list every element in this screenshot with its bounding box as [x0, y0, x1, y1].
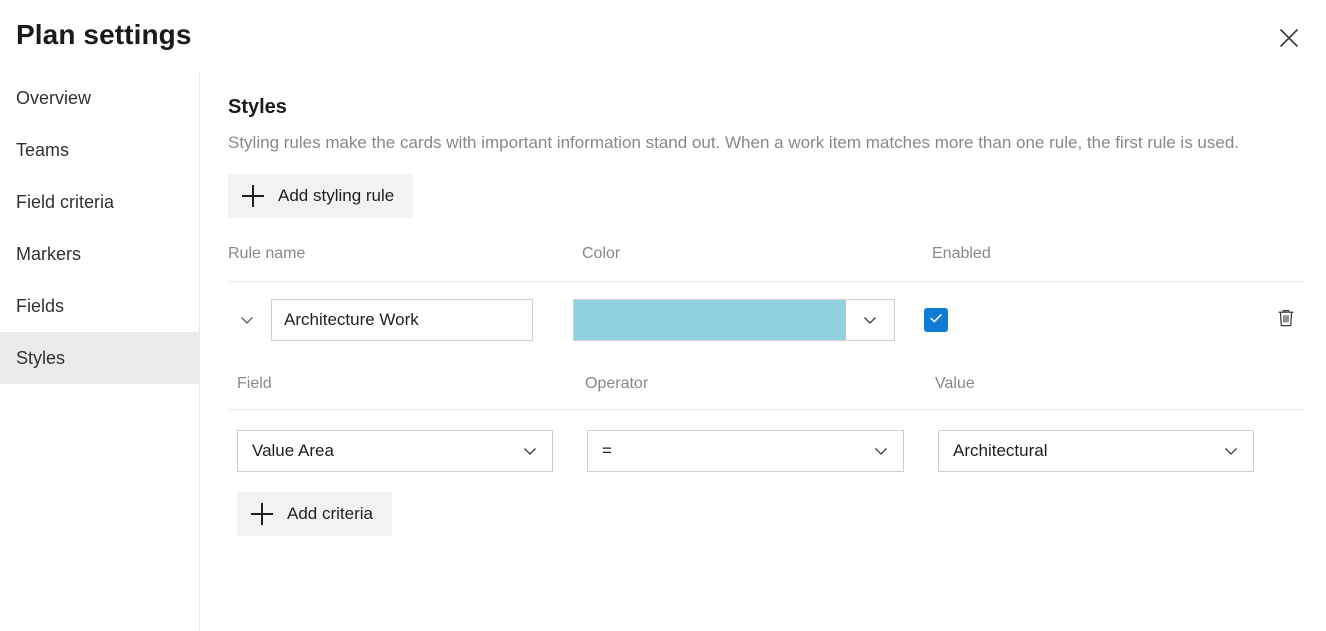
column-header-color: Color	[582, 245, 932, 263]
rule-column-headers: Rule name Color Enabled	[228, 240, 1304, 268]
add-criteria-button[interactable]: Add criteria	[237, 492, 392, 536]
rule-enabled-checkbox[interactable]	[924, 308, 948, 332]
sidebar-item-overview[interactable]: Overview	[0, 72, 199, 124]
column-header-rule-name: Rule name	[228, 245, 582, 263]
add-styling-rule-button[interactable]: Add styling rule	[228, 174, 413, 218]
settings-sidebar: Overview Teams Field criteria Markers Fi…	[0, 72, 200, 631]
criteria-divider	[228, 409, 1304, 410]
sidebar-item-styles[interactable]: Styles	[0, 332, 199, 384]
add-criteria-label: Add criteria	[287, 504, 373, 524]
plus-icon	[242, 185, 264, 207]
rule-color-swatch	[574, 300, 846, 340]
sidebar-item-label: Styles	[16, 348, 65, 369]
sidebar-item-markers[interactable]: Markers	[0, 228, 199, 280]
criteria-row: Value Area = Architectural	[228, 430, 1304, 472]
close-icon	[1278, 27, 1300, 49]
sidebar-item-teams[interactable]: Teams	[0, 124, 199, 176]
expand-rule-chevron-down-icon[interactable]	[231, 304, 263, 336]
plan-settings-panel: Plan settings Overview Teams Field crite…	[0, 0, 1326, 631]
styles-content: Styles Styling rules make the cards with…	[201, 72, 1326, 631]
close-button[interactable]	[1269, 20, 1309, 56]
criteria-field-dropdown[interactable]: Value Area	[237, 430, 553, 472]
section-description: Styling rules make the cards with import…	[228, 129, 1304, 156]
sidebar-item-field-criteria[interactable]: Field criteria	[0, 176, 199, 228]
column-header-enabled: Enabled	[932, 245, 1304, 263]
chevron-down-icon	[871, 441, 891, 461]
criteria-value-value: Architectural	[953, 441, 1047, 461]
panel-header: Plan settings	[0, 0, 1326, 72]
delete-rule-button[interactable]	[1269, 303, 1303, 337]
sidebar-item-label: Fields	[16, 296, 64, 317]
criteria-operator-value: =	[602, 441, 612, 461]
add-styling-rule-label: Add styling rule	[278, 186, 394, 206]
page-title: Plan settings	[16, 14, 192, 56]
sidebar-item-fields[interactable]: Fields	[0, 280, 199, 332]
criteria-column-headers: Field Operator Value	[228, 372, 1304, 396]
rule-color-picker[interactable]	[573, 299, 895, 341]
styling-rule-row	[228, 298, 1304, 342]
rule-name-input[interactable]	[271, 299, 533, 341]
checkmark-icon	[928, 310, 944, 331]
sidebar-item-label: Teams	[16, 140, 69, 161]
plus-icon	[251, 503, 273, 525]
color-chevron-down-icon	[846, 300, 894, 340]
trash-icon	[1275, 307, 1297, 334]
column-header-value: Value	[935, 375, 1304, 393]
column-header-operator: Operator	[585, 375, 935, 393]
chevron-down-icon	[520, 441, 540, 461]
sidebar-item-label: Overview	[16, 88, 91, 109]
column-header-field: Field	[237, 375, 585, 393]
header-divider	[228, 281, 1304, 282]
criteria-value-dropdown[interactable]: Architectural	[938, 430, 1254, 472]
chevron-down-icon	[1221, 441, 1241, 461]
sidebar-item-label: Markers	[16, 244, 81, 265]
sidebar-item-label: Field criteria	[16, 192, 114, 213]
criteria-operator-dropdown[interactable]: =	[587, 430, 904, 472]
criteria-field-value: Value Area	[252, 441, 334, 461]
section-title: Styles	[228, 93, 1304, 121]
